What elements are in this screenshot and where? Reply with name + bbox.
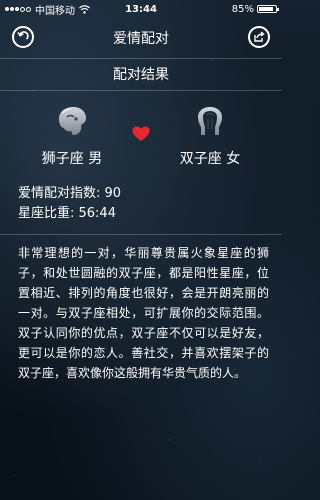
match-stats: 爱情配对指数: 90 星座比重: 56:44	[18, 184, 121, 224]
gemini-icon	[198, 107, 222, 135]
status-bar: 中国移动 13:44 85%	[0, 0, 282, 18]
love-index-text: 爱情配对指数: 90	[18, 186, 122, 201]
match-description: 非常理想的一对，华丽尊贵属火象星座的狮子，和处世圆融的双子座，都是阳性星座，位置…	[18, 246, 269, 380]
heart-icon	[132, 126, 150, 141]
leo-icon	[59, 107, 86, 136]
ratio-text: 星座比重: 56:44	[18, 206, 116, 221]
right-sign-label: 双子座 女	[179, 151, 241, 167]
section-divider	[0, 90, 282, 91]
back-button[interactable]	[12, 26, 34, 48]
status-time: 13:44	[125, 3, 157, 15]
left-sign-card: 狮子座 男	[12, 104, 132, 168]
section-title: 配对结果	[113, 67, 169, 83]
nav-bar: 爱情配对	[0, 18, 282, 58]
nav-divider	[0, 58, 282, 59]
left-sign-label: 狮子座 男	[41, 151, 103, 167]
left-sign-glyph	[12, 104, 132, 138]
right-sign-card: 双子座 女	[150, 104, 270, 168]
page-title: 爱情配对	[113, 31, 169, 47]
share-button[interactable]	[248, 26, 270, 48]
sign-pair: 狮子座 男 双子座 女	[0, 104, 282, 174]
stats-divider	[0, 234, 282, 235]
share-icon	[254, 31, 265, 42]
right-sign-glyph	[150, 104, 270, 138]
back-arrow-icon	[17, 31, 29, 40]
battery-icon	[257, 5, 279, 13]
